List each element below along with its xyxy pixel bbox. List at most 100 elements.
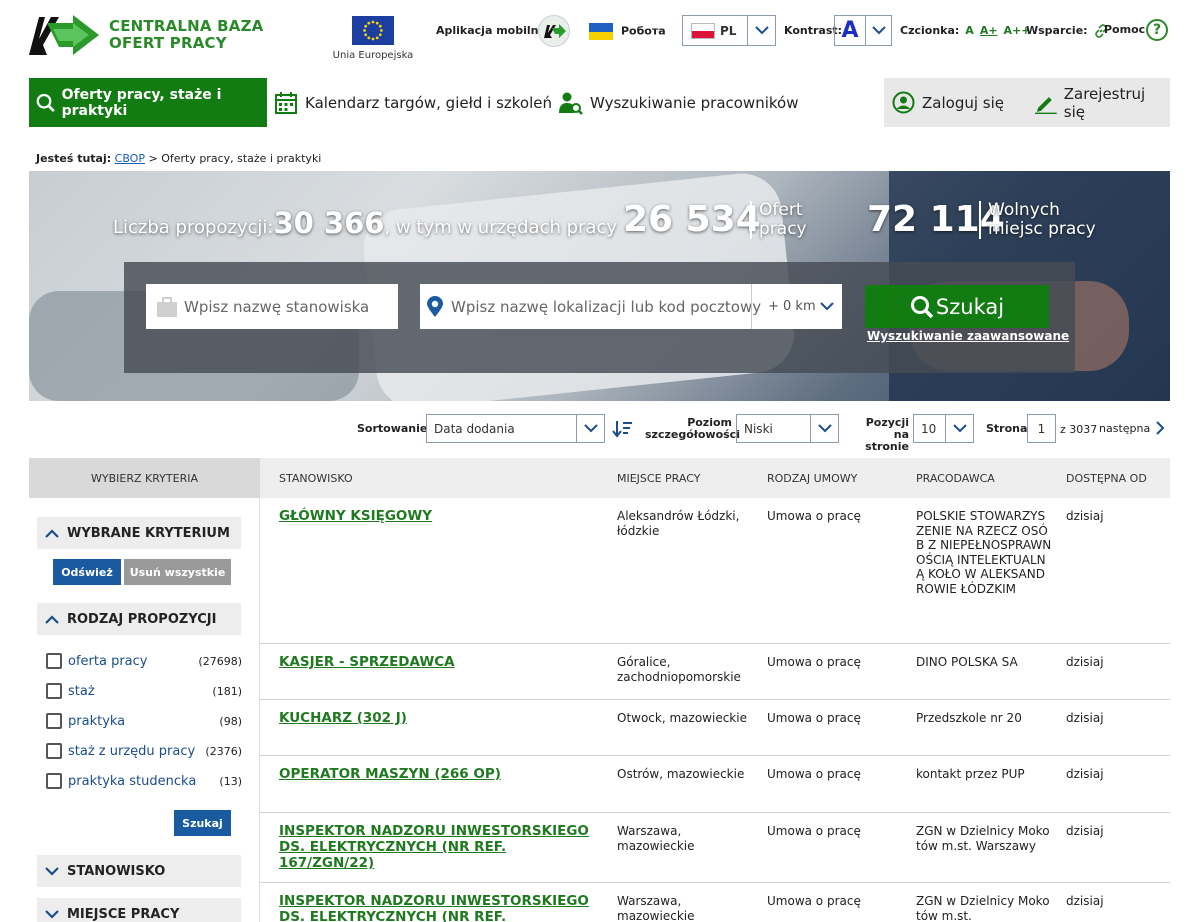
offer-title-link[interactable]: INSPEKTOR NADZORU INWESTORSKIEGO DS. ELE… xyxy=(279,823,599,871)
font-size-normal[interactable]: A xyxy=(965,24,974,37)
checkbox[interactable] xyxy=(46,773,62,789)
offer-date: dzisiaj xyxy=(1066,824,1104,838)
position-input[interactable]: Wpisz nazwę stanowiska xyxy=(146,284,398,329)
option-count: (13) xyxy=(219,774,242,788)
column-place[interactable]: MIEJSCE PRACY xyxy=(617,472,700,485)
panel-position-label: STANOWISKO xyxy=(67,863,166,879)
location-input[interactable]: Wpisz nazwę lokalizacji lub kod pocztowy… xyxy=(420,284,842,329)
offer-title-link[interactable]: KUCHARZ (302 J) xyxy=(279,710,599,726)
offer-title-link[interactable]: KASJER - SPRZEDAWCA xyxy=(279,654,599,670)
offer-title-link[interactable]: GŁÓWNY KSIĘGOWY xyxy=(279,508,599,524)
font-size-medium[interactable]: A+ xyxy=(980,24,998,37)
offers-label: Ofert pracy xyxy=(750,201,807,239)
offer-date: dzisiaj xyxy=(1066,711,1104,725)
nav-offers-label: Oferty pracy, staże i praktyki xyxy=(61,86,222,119)
checkbox[interactable] xyxy=(46,743,62,759)
clear-all-button[interactable]: Usuń wszystkie xyxy=(124,559,231,585)
breadcrumb-home-link[interactable]: CBOP xyxy=(115,152,145,165)
offer-employer: DINO POLSKA SA xyxy=(916,655,1018,669)
nav-login[interactable]: Zaloguj się xyxy=(892,78,1004,127)
per-page-label: Pozycji na stronie xyxy=(865,416,909,453)
column-employer[interactable]: PRACODAWCA xyxy=(916,472,995,485)
logo-line-1: CENTRALNA BAZA xyxy=(109,17,264,35)
per-page-select[interactable]: 10 xyxy=(913,414,974,443)
detail-select[interactable]: Niski xyxy=(736,414,839,443)
logo-line-2: OFERT PRACY xyxy=(109,34,227,52)
option-student-practice[interactable]: praktyka studencka (13) xyxy=(46,772,242,790)
next-page-link[interactable]: następna xyxy=(1099,421,1165,435)
mobile-app-link[interactable]: Aplikacja mobilna xyxy=(436,24,546,37)
mobile-app-icon[interactable] xyxy=(538,15,570,47)
checkbox[interactable] xyxy=(46,653,62,669)
offer-title-link[interactable]: INSPEKTOR NADZORU INWESTORSKIEGO DS. ELE… xyxy=(279,893,599,922)
offer-date: dzisiaj xyxy=(1066,509,1104,523)
nav-employees-label: Wyszukiwanie pracowników xyxy=(590,93,799,112)
refresh-button[interactable]: Odśwież xyxy=(53,559,121,585)
option-job-offer[interactable]: oferta pracy (27698) xyxy=(46,652,242,670)
sidebar-header: WYBIERZ KRYTERIA xyxy=(29,458,260,498)
sort-direction-icon[interactable] xyxy=(611,420,633,441)
ukraine-label: Робота xyxy=(621,24,666,38)
search-button-label: Szukaj xyxy=(935,294,1005,319)
help-link[interactable]: Pomoc xyxy=(1104,23,1145,36)
panel-proposal-type[interactable]: RODZAJ PROPOZYCJI xyxy=(37,603,241,635)
option-count: (2376) xyxy=(205,744,242,758)
checkbox[interactable] xyxy=(46,713,62,729)
support-label: Wsparcie: xyxy=(1026,24,1088,37)
offers-count: 26 534 xyxy=(623,199,761,240)
help-label: Pomoc xyxy=(1104,23,1146,36)
breadcrumb-current: Oferty pracy, staże i praktyki xyxy=(161,152,322,165)
panel-selected-criteria[interactable]: WYBRANE KRYTERIUM xyxy=(37,517,241,549)
help-icon[interactable]: ? xyxy=(1146,19,1168,41)
offer-employer: POLSKIE STOWARZYSZENIE NA RZECZ OSÓB Z N… xyxy=(916,509,1052,596)
option-internship[interactable]: staż (181) xyxy=(46,682,242,700)
radius-value[interactable]: + 0 km xyxy=(768,299,816,314)
offer-title-link[interactable]: OPERATOR MASZYN (266 OP) xyxy=(279,766,599,782)
support-link[interactable]: Wsparcie: xyxy=(1026,24,1108,38)
offer-place: Ostrów, mazowieckie xyxy=(617,767,745,781)
offer-employer: kontakt przez PUP xyxy=(916,767,1025,781)
position-placeholder: Wpisz nazwę stanowiska xyxy=(184,297,370,316)
option-count: (98) xyxy=(219,714,242,728)
chevron-up-icon xyxy=(37,614,67,624)
vacancies-label: Wolnych miejsc pracy xyxy=(979,201,1096,239)
ukraine-link[interactable]: Робота xyxy=(589,23,666,40)
page-total: z 3037 xyxy=(1060,423,1098,436)
breadcrumb-separator: > xyxy=(148,152,158,165)
nav-calendar-label: Kalendarz targów, giełd i szkoleń xyxy=(305,93,552,112)
chevron-down-icon xyxy=(576,415,604,442)
search-panel: Wpisz nazwę stanowiska Wpisz nazwę lokal… xyxy=(124,262,1075,373)
option-office-internship[interactable]: staż z urzędu pracy (2376) xyxy=(46,742,242,760)
logo-icon xyxy=(29,15,99,55)
nav-calendar[interactable]: Kalendarz targów, giełd i szkoleń xyxy=(275,78,552,127)
page-input[interactable]: 1 xyxy=(1027,414,1056,443)
cbop-logo[interactable]: CENTRALNA BAZA OFERT PRACY xyxy=(29,11,263,59)
option-practice[interactable]: praktyka (98) xyxy=(46,712,242,730)
checkbox[interactable] xyxy=(46,683,62,699)
offer-place: Otwock, mazowieckie xyxy=(617,711,747,725)
column-position[interactable]: STANOWISKO xyxy=(279,472,353,485)
chevron-down-icon xyxy=(865,16,891,45)
filter-search-button[interactable]: Szukaj xyxy=(174,810,231,836)
language-select[interactable]: PL xyxy=(682,15,776,46)
nav-employees[interactable]: Wyszukiwanie pracowników xyxy=(559,78,798,127)
panel-place[interactable]: MIEJSCE PRACY xyxy=(37,898,241,922)
nav-offers[interactable]: Oferty pracy, staże i praktyki xyxy=(29,78,267,127)
location-placeholder: Wpisz nazwę lokalizacji lub kod pocztowy xyxy=(451,297,762,316)
panel-position[interactable]: STANOWISKO xyxy=(37,855,241,887)
main-nav: Oferty pracy, staże i praktyki Kalendarz… xyxy=(29,78,1170,127)
proposals-count: 30 366 xyxy=(273,206,385,240)
column-contract[interactable]: RODZAJ UMOWY xyxy=(767,472,857,485)
map-pin-icon xyxy=(427,295,443,317)
results-table-header: STANOWISKO MIEJSCE PRACY RODZAJ UMOWY PR… xyxy=(260,458,1170,498)
column-date[interactable]: DOSTĘPNA OD xyxy=(1066,472,1147,485)
advanced-search-link[interactable]: Wyszukiwanie zaawansowane xyxy=(867,329,1069,343)
search-button[interactable]: Szukaj xyxy=(865,285,1049,328)
nav-register[interactable]: Zarejestruj się xyxy=(1035,78,1170,127)
briefcase-icon xyxy=(157,296,177,317)
offer-employer: ZGN w Dzielnicy Mokotów m.st. xyxy=(916,894,1050,922)
chevron-down-icon[interactable] xyxy=(820,302,834,311)
table-row: INSPEKTOR NADZORU INWESTORSKIEGO DS. ELE… xyxy=(260,883,1170,922)
contrast-select[interactable]: A xyxy=(834,15,892,46)
sort-select[interactable]: Data dodania xyxy=(426,414,605,443)
